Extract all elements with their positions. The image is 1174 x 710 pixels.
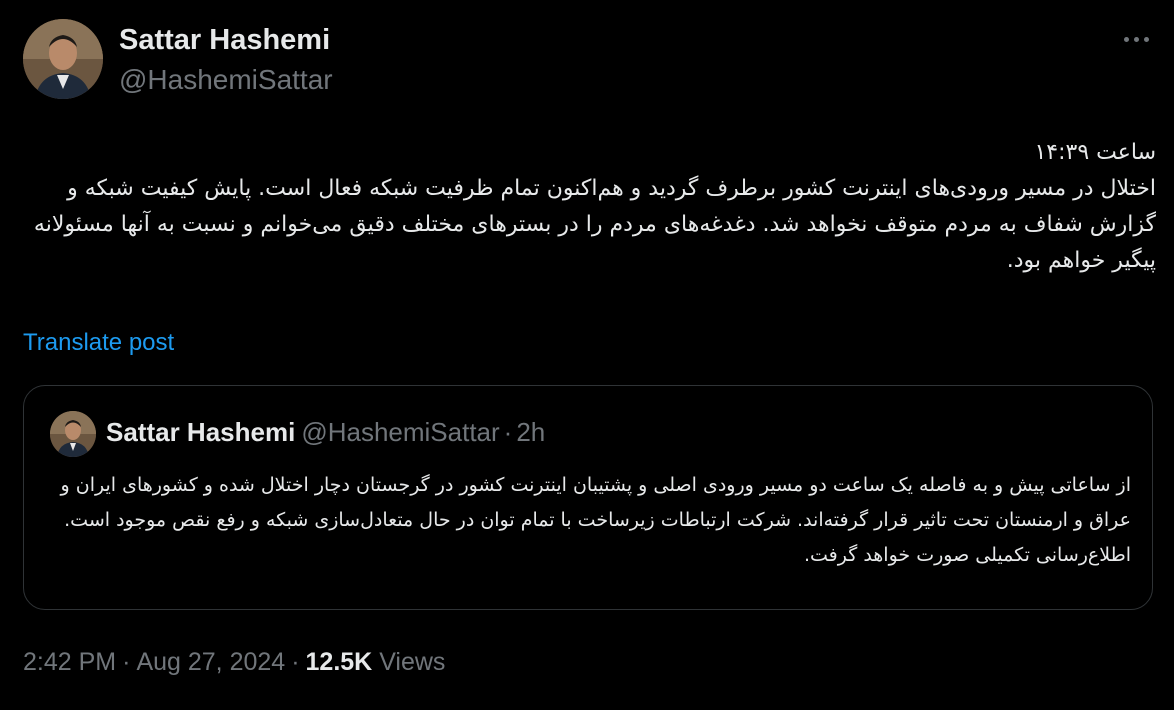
quoted-tweet-card[interactable]: Sattar Hashemi @HashemiSattar · 2h از ساعات… [23,385,1153,610]
tweet-text-line: ساعت ۱۴:۳۹ [1034,140,1156,165]
meta-separator: · [122,648,131,676]
post-date[interactable]: Aug 27, 2024 [136,648,285,676]
post-time[interactable]: 2:42 PM [23,648,116,676]
translate-post-link[interactable]: Translate post [23,329,174,357]
author-avatar[interactable] [23,19,103,99]
tweet-meta: 2:42 PM · Aug 27, 2024 · 12.5K Views [23,648,445,677]
more-options-button[interactable] [1116,24,1156,54]
views-label: Views [379,648,446,676]
views-count: 12.5K [305,648,373,676]
author-handle[interactable]: @HashemiSattar [119,64,333,96]
quote-author-name: Sattar Hashemi [106,417,296,447]
quote-timestamp: 2h [516,417,546,447]
quote-author-handle: @HashemiSattar [301,417,500,447]
tweet-text: ساعت ۱۴:۳۹ اختلال در مسیر ورودی‌های اینت… [23,135,1156,279]
quote-separator: · [503,417,513,447]
author-name[interactable]: Sattar Hashemi [119,24,330,57]
quote-author-avatar [50,411,96,457]
more-horizontal-icon [1123,36,1129,42]
quote-header: Sattar Hashemi @HashemiSattar · 2h [106,417,545,448]
tweet-text-line: اختلال در مسیر ورودی‌های اینترنت کشور بر… [33,176,1156,273]
quote-text: از ساعاتی پیش و به فاصله یک ساعت دو مسیر… [60,474,1131,566]
meta-separator: · [291,648,300,676]
